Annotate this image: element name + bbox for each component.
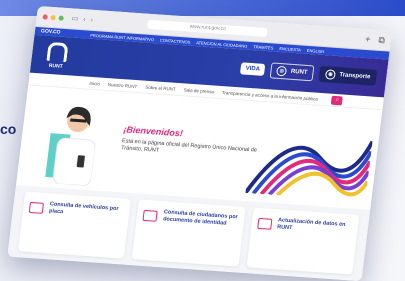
browser-window: ▭ ‹ › www.runt.gov.co + ⧉ GOV.CO PROGRAM… bbox=[7, 6, 393, 281]
truck-icon: ◉ bbox=[324, 69, 336, 80]
update-icon bbox=[256, 217, 273, 230]
search-icon[interactable]: ⌕ bbox=[331, 95, 344, 105]
vida-badge: VIDA bbox=[239, 62, 266, 76]
window-controls bbox=[42, 13, 65, 21]
nav-item-sobre-runt[interactable]: Sobre el RUNT bbox=[145, 84, 176, 91]
card-consulta-ciudadanos[interactable]: Consulta de ciudadanos por documento de … bbox=[132, 199, 246, 267]
pill-label: RUNT bbox=[290, 68, 308, 76]
gov-brand[interactable]: GOV.CO bbox=[41, 28, 61, 35]
copy-icon[interactable]: ⧉ bbox=[378, 34, 386, 45]
card-label: Consulta de vehículos por placa bbox=[48, 201, 119, 216]
nav-item-inicio[interactable]: Inicio bbox=[89, 80, 100, 86]
logo-text: RUNT bbox=[48, 62, 64, 70]
gov-link[interactable]: ENCUESTA bbox=[279, 45, 301, 51]
address-bar[interactable]: www.runt.gov.co bbox=[147, 19, 269, 37]
id-card-icon bbox=[142, 209, 159, 222]
nav-item-sala-prensa[interactable]: Sala de prensa bbox=[183, 87, 214, 94]
minimize-window-button[interactable] bbox=[50, 14, 57, 20]
runt-pill-button[interactable]: ◎ RUNT bbox=[269, 62, 315, 82]
nav-item-nuestro-runt[interactable]: Nuestro RUNT bbox=[108, 82, 138, 89]
car-card-icon bbox=[28, 201, 45, 214]
forward-icon[interactable]: › bbox=[90, 16, 93, 23]
hero-photo bbox=[45, 106, 96, 187]
car-icon: ◎ bbox=[276, 65, 288, 77]
card-actualizacion-datos[interactable]: Actualización de datos en RUNT bbox=[246, 207, 360, 275]
runt-logo[interactable]: RUNT bbox=[40, 41, 73, 70]
card-consulta-vehiculos[interactable]: Consulta de vehículos por placa bbox=[17, 191, 132, 259]
decorative-stripes bbox=[245, 140, 374, 197]
pill-label: Transporte bbox=[339, 72, 371, 81]
sidebar-icon[interactable]: ▭ bbox=[71, 14, 79, 22]
transporte-pill-button[interactable]: ◉ Transporte bbox=[318, 65, 378, 86]
plus-icon[interactable]: + bbox=[365, 33, 371, 44]
card-label: Actualización de datos en RUNT bbox=[276, 217, 346, 232]
maximize-window-button[interactable] bbox=[58, 14, 65, 21]
back-icon[interactable]: ‹ bbox=[83, 16, 86, 23]
close-window-button[interactable] bbox=[42, 13, 49, 20]
runt-logo-icon bbox=[46, 41, 69, 62]
gov-link[interactable]: TRAMITES bbox=[253, 44, 274, 50]
gov-link[interactable]: ENGLISH bbox=[307, 47, 325, 53]
backdrop-side-text: co bbox=[0, 121, 17, 137]
card-label: Consulta de ciudadanos por documento de … bbox=[162, 209, 239, 227]
